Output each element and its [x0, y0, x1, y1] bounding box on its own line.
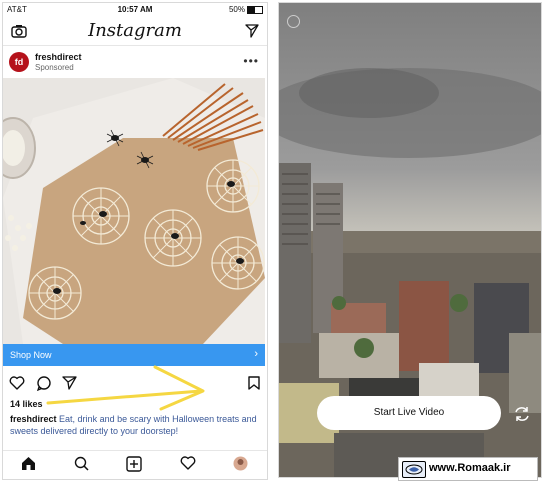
- caption-username[interactable]: freshdirect: [10, 414, 57, 424]
- close-circle-icon[interactable]: [287, 15, 300, 28]
- direct-message-icon[interactable]: [245, 24, 259, 43]
- watermark: www.Romaak.ir: [398, 457, 538, 481]
- halloween-treats-photo: [3, 78, 265, 344]
- flip-camera-icon[interactable]: [513, 406, 531, 427]
- likes-count[interactable]: 14 likes: [10, 399, 43, 409]
- highlight-arrow-icon: [46, 365, 205, 411]
- battery-icon: [247, 5, 263, 14]
- bottom-tab-bar: [3, 450, 267, 479]
- watermark-logo-icon: [402, 461, 426, 478]
- app-logo: Instagram: [88, 20, 182, 41]
- instagram-feed-screen: AT&T 10:57 AM 50% Instagram fd freshdire…: [2, 2, 268, 480]
- post-username[interactable]: freshdirect: [35, 52, 82, 62]
- more-options-icon[interactable]: •••: [243, 54, 259, 68]
- avatar[interactable]: fd: [9, 52, 29, 72]
- clock: 10:57 AM: [117, 5, 153, 14]
- activity-heart-icon[interactable]: [180, 456, 196, 475]
- battery-indicator: 50%: [229, 5, 263, 14]
- home-icon[interactable]: [21, 456, 36, 476]
- battery-label: 50%: [228, 5, 245, 14]
- live-video-camera-screen: Start Live Video: [278, 2, 542, 478]
- search-icon[interactable]: [74, 456, 89, 476]
- app-header: Instagram: [3, 17, 267, 46]
- new-post-icon[interactable]: [126, 456, 142, 477]
- like-heart-icon[interactable]: [9, 376, 25, 395]
- post-header: fd freshdirect Sponsored •••: [3, 46, 267, 78]
- start-live-video-button[interactable]: Start Live Video: [317, 396, 501, 430]
- watermark-text: www.Romaak.ir: [429, 462, 511, 474]
- post-caption: freshdirect Eat, drink and be scary with…: [10, 413, 260, 437]
- post-image[interactable]: [3, 78, 265, 344]
- profile-avatar-icon[interactable]: [233, 456, 248, 476]
- bookmark-icon[interactable]: [248, 376, 260, 395]
- shop-now-label: Shop Now: [10, 350, 52, 360]
- status-bar: AT&T 10:57 AM 50%: [3, 3, 267, 17]
- sponsored-label: Sponsored: [35, 63, 74, 72]
- chevron-right-icon: ›: [254, 348, 258, 360]
